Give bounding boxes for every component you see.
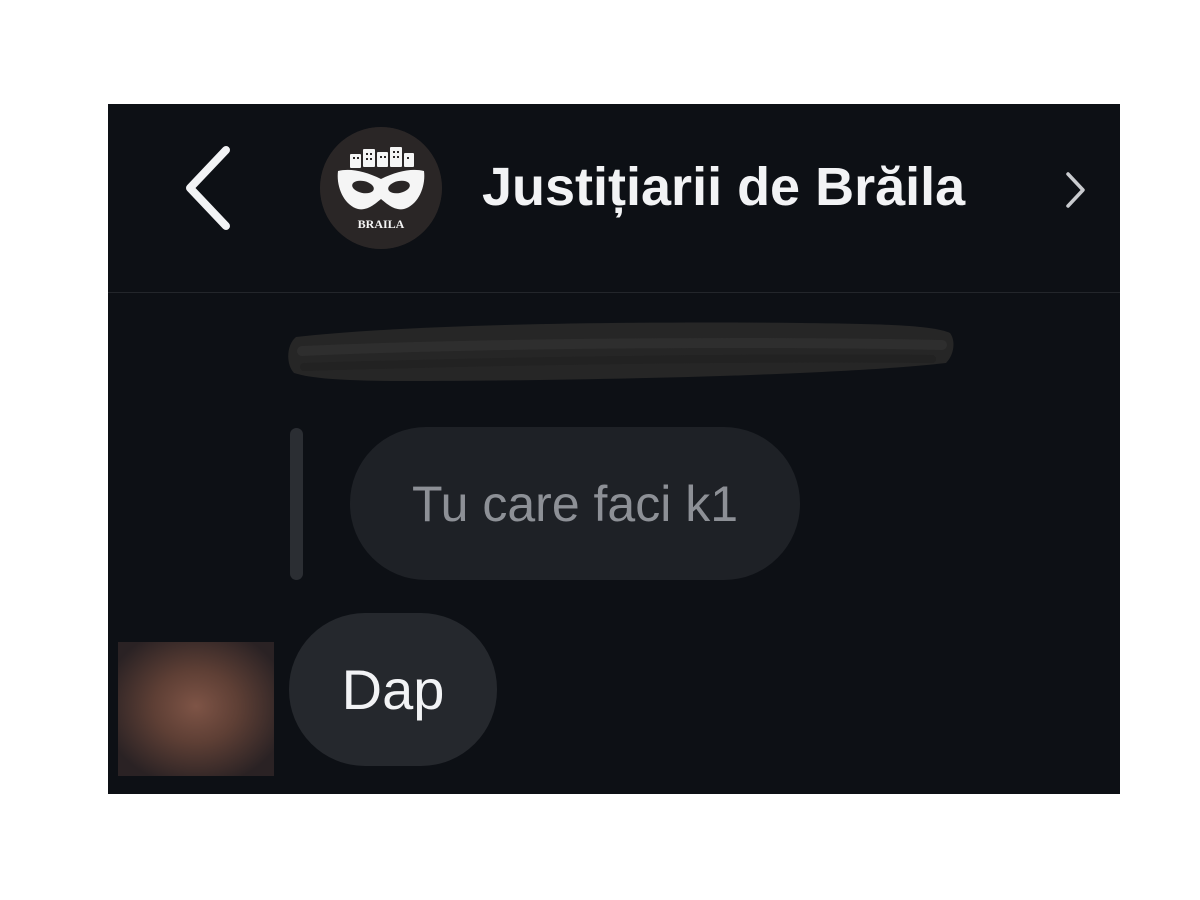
- reply-indicator-bar: [290, 428, 303, 580]
- quoted-message-text: Tu care faci k1: [411, 475, 739, 532]
- chevron-right-icon: [1066, 172, 1085, 208]
- avatar-logo-text: BRAILA: [358, 217, 405, 231]
- sender-avatar[interactable]: [118, 642, 274, 776]
- message-text: Dap: [341, 658, 445, 721]
- chat-header: BRAILA Justițiarii de Brăila: [108, 104, 1120, 293]
- group-avatar[interactable]: BRAILA: [320, 127, 442, 249]
- chat-screen: BRAILA Justițiarii de Brăila Tu care fac…: [108, 104, 1120, 794]
- quoted-message-bubble[interactable]: Tu care faci k1: [350, 427, 800, 580]
- blurred-avatar-icon: [118, 642, 274, 776]
- redaction-scribble: [288, 322, 954, 381]
- group-details-button[interactable]: [1062, 170, 1088, 210]
- group-name[interactable]: Justițiarii de Brăila: [482, 156, 965, 218]
- back-button[interactable]: [174, 140, 244, 236]
- mask-logo-icon: BRAILA: [320, 127, 442, 249]
- chevron-left-icon: [186, 146, 230, 230]
- message-bubble[interactable]: Dap: [289, 613, 497, 766]
